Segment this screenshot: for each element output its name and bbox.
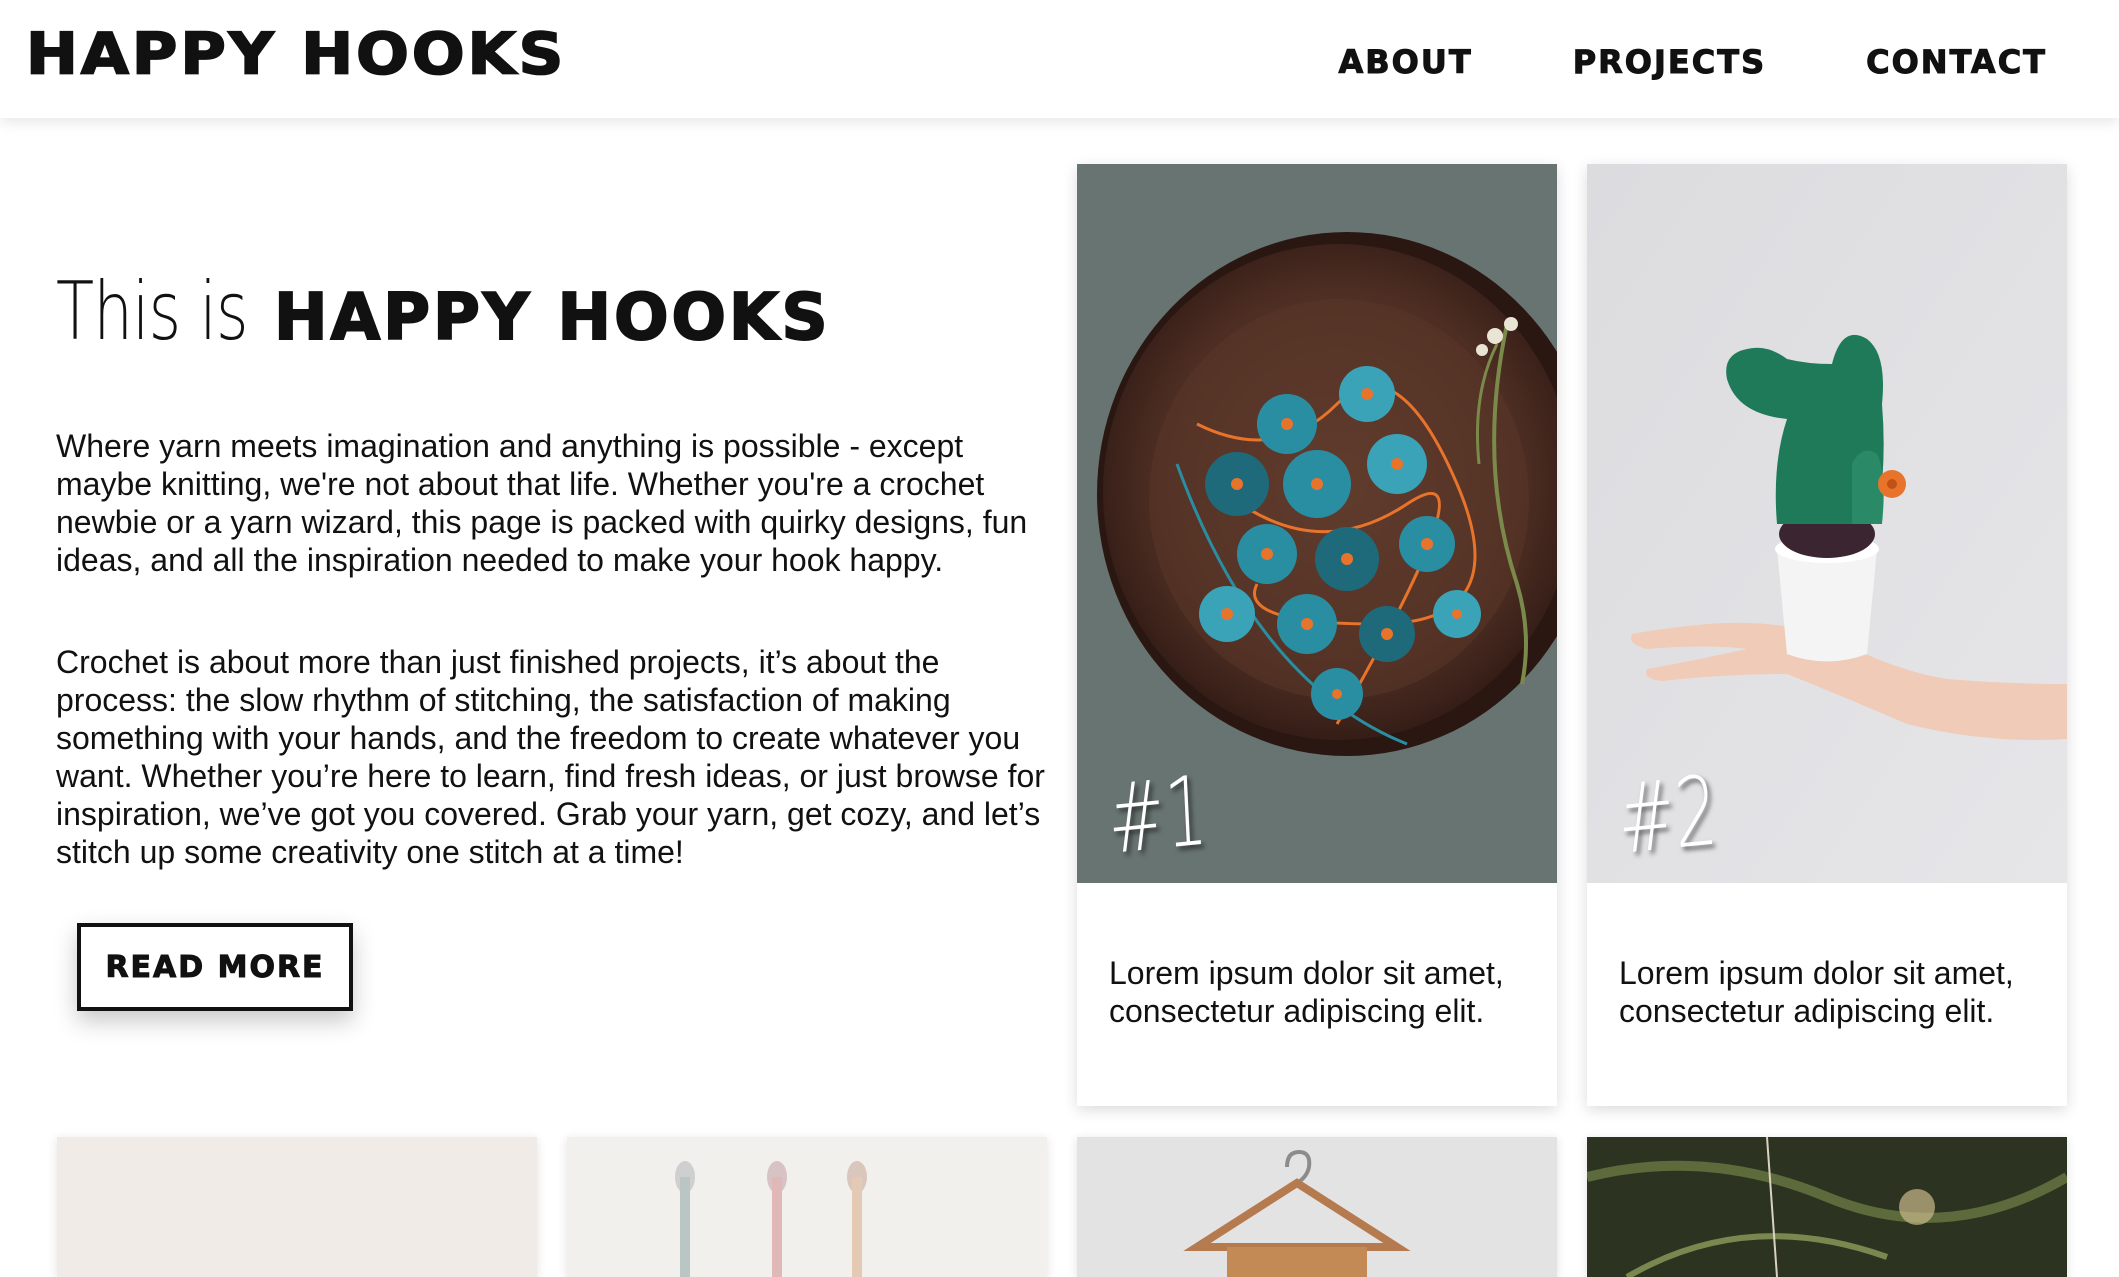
fluffy-white-image: [57, 1137, 537, 1277]
project-card-5[interactable]: [1077, 1137, 1557, 1277]
nav-link-projects[interactable]: PROJECTS: [1572, 38, 1766, 86]
hero-title-prefix: This is: [56, 265, 249, 358]
nav-link-about[interactable]: ABOUT: [1338, 38, 1473, 86]
read-more-button[interactable]: READ MORE: [77, 923, 353, 1011]
intro-paragraph: Where yarn meets imagination and anythin…: [56, 428, 1028, 578]
yarn-skeins-image: [567, 1137, 1047, 1277]
project-card-1[interactable]: #1 Lorem ipsum dolor sit amet, consectet…: [1077, 164, 1557, 1106]
hero-title: This is HAPPY HOOKS: [56, 262, 831, 362]
hero-title-brand: HAPPY HOOKS: [273, 280, 831, 356]
main-nav: ABOUT PROJECTS CONTACT: [1239, 38, 2047, 86]
hanger-image: [1077, 1137, 1557, 1277]
project-card-6[interactable]: [1587, 1137, 2067, 1277]
crochet-cactus-image: #2: [1587, 164, 2067, 883]
brand-logo[interactable]: HAPPY HOOKS: [25, 19, 566, 89]
project-card-4[interactable]: [567, 1137, 1047, 1277]
project-card-3[interactable]: [57, 1137, 537, 1277]
pine-branch-image: [1587, 1137, 2067, 1277]
nav-link-contact[interactable]: CONTACT: [1866, 38, 2047, 86]
project-number-2: #2: [1615, 754, 1720, 876]
site-header: HAPPY HOOKS ABOUT PROJECTS CONTACT: [0, 0, 2119, 118]
project-number-1: #1: [1105, 754, 1210, 876]
process-paragraph: Crochet is about more than just finished…: [56, 644, 1045, 870]
project-description-2: Lorem ipsum dolor sit amet, consectetur …: [1619, 955, 2014, 1029]
project-card-2[interactable]: #2 Lorem ipsum dolor sit amet, consectet…: [1587, 164, 2067, 1106]
crochet-flowers-bowl-image: #1: [1077, 164, 1557, 883]
project-description-1: Lorem ipsum dolor sit amet, consectetur …: [1109, 955, 1504, 1029]
